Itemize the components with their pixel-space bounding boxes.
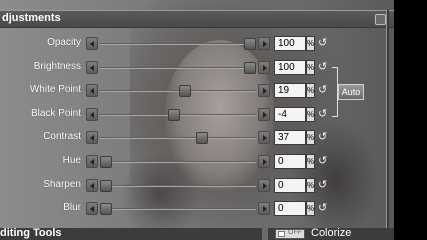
arrow-right-icon[interactable] [258,107,270,121]
adjustment-label: Sharpen [43,178,81,190]
reset-icon[interactable]: ↺ [318,108,330,120]
slider-track[interactable] [100,90,256,93]
arrow-right-icon[interactable] [258,37,270,50]
arrow-right-icon[interactable] [258,202,270,216]
value-field[interactable]: 0 [274,177,306,193]
slider-track[interactable] [100,137,256,140]
reset-icon[interactable]: ↺ [318,37,330,49]
arrow-left-icon[interactable] [86,107,98,121]
reset-icon[interactable]: ↺ [318,155,330,167]
arrow-right-icon[interactable] [258,60,270,74]
value-field[interactable]: 0 [274,154,306,169]
toggle-knob [278,231,285,237]
slider-thumb[interactable] [100,156,112,168]
adjustments-window: djustments Opacity 100% ↺ Brightness 100% ↺ Wh… [0,0,427,240]
adjustment-label: Hue [62,155,81,166]
unit-label: % [306,59,315,75]
unit-label: % [306,201,315,217]
colorize-toggle[interactable]: OFF [275,229,305,239]
adjustment-label: Blur [63,202,81,214]
arrow-left-icon[interactable] [86,131,98,145]
slider-thumb[interactable] [100,179,112,192]
unit-label: % [306,154,315,169]
editing-tools-header: diting Tools OFF Colorize [0,227,394,240]
adjustments-panel: djustments Opacity 100% ↺ Brightness 100% ↺ Wh… [0,0,394,240]
unit-label: % [306,106,315,122]
adjustments-header: djustments [0,10,394,28]
panel-title: djustments [2,12,61,24]
reset-icon[interactable]: ↺ [318,179,330,191]
arrow-right-icon[interactable] [258,84,270,98]
colorize-label: Colorize [311,227,352,239]
adjustment-row: Opacity 100% ↺ [0,36,394,52]
slider-track[interactable] [100,184,256,187]
unit-label: % [306,177,315,193]
slider-thumb[interactable] [100,203,112,216]
reset-icon[interactable]: ↺ [318,131,330,143]
slider-track[interactable] [100,208,256,211]
adjustment-row: Contrast 37% ↺ [0,130,394,146]
slider-thumb[interactable] [196,132,209,145]
editing-tools-title: diting Tools [0,227,62,239]
slider-track[interactable] [100,161,256,163]
value-field[interactable]: 100 [274,59,306,75]
reset-icon[interactable]: ↺ [318,84,330,96]
arrow-right-icon[interactable] [258,131,270,145]
adjustment-label: Opacity [47,37,81,48]
panel-collapse-button[interactable] [375,14,386,25]
slider-thumb[interactable] [167,108,180,121]
slider-track[interactable] [100,43,256,45]
value-field[interactable]: 19 [274,83,306,99]
arrow-right-icon[interactable] [258,155,270,168]
value-field[interactable]: 37 [274,130,306,146]
slider-thumb[interactable] [244,38,256,50]
slider-thumb[interactable] [244,61,256,74]
toggle-label: OFF [288,229,302,236]
slider-thumb[interactable] [179,85,192,98]
reset-icon[interactable]: ↺ [318,202,330,214]
adjustment-label: Brightness [33,60,81,72]
slider-track[interactable] [100,66,256,69]
arrow-left-icon[interactable] [86,84,98,98]
arrow-left-icon[interactable] [86,60,98,74]
arrow-left-icon[interactable] [86,178,98,192]
panel-scrollbar[interactable] [386,10,389,230]
reset-icon[interactable]: ↺ [318,61,330,73]
unit-label: % [306,83,315,99]
adjustment-label: Black Point [30,107,81,119]
adjustment-row: Hue 0% ↺ [0,154,394,170]
adjustment-row: Blur 0% ↺ [0,201,394,217]
value-field[interactable]: 100 [274,36,306,51]
adjustment-row: Sharpen 0% ↺ [0,177,394,194]
value-field[interactable]: 0 [274,201,306,217]
unit-label: % [306,130,315,146]
arrow-left-icon[interactable] [86,155,98,168]
arrow-left-icon[interactable] [86,202,98,216]
footer-divider [262,228,268,240]
value-field[interactable]: -4 [274,106,306,122]
arrow-right-icon[interactable] [258,178,270,192]
adjustment-label: Contrast [43,131,81,143]
arrow-left-icon[interactable] [86,37,98,50]
adjustment-label: White Point [29,84,81,96]
auto-button[interactable]: Auto [338,84,364,100]
unit-label: % [306,36,315,51]
